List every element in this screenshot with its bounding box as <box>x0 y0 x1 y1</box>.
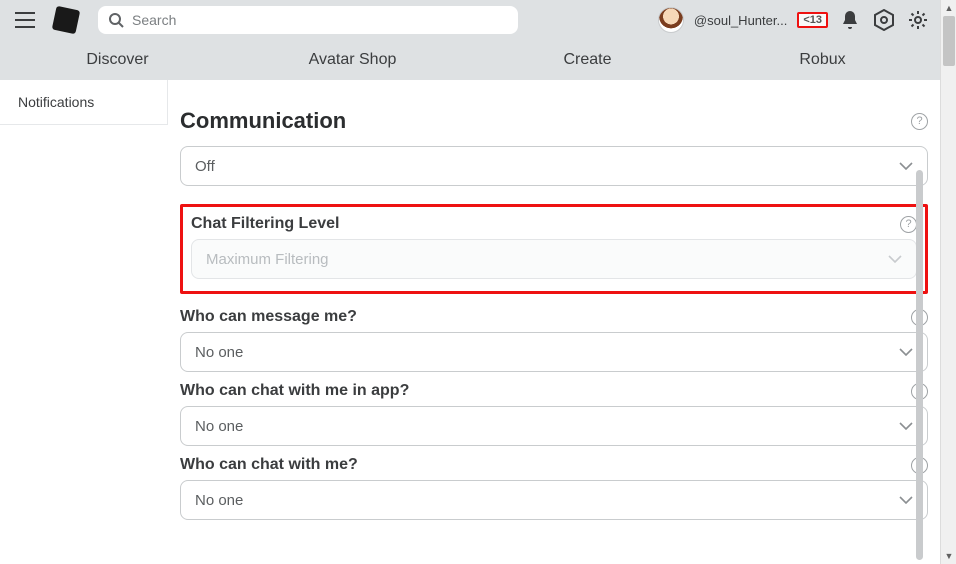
settings-main: Communication ? Off Chat Filtering Level… <box>168 80 940 540</box>
dropdown-chat-filtering[interactable]: Maximum Filtering <box>191 239 917 279</box>
roblox-logo[interactable] <box>52 6 80 34</box>
search-input[interactable] <box>132 12 508 28</box>
chevron-down-icon <box>899 496 913 504</box>
help-icon[interactable]: ? <box>900 216 917 233</box>
dropdown-who-chat[interactable]: No one <box>180 480 928 520</box>
scrollbar-thumb[interactable] <box>943 16 955 66</box>
chevron-down-icon <box>899 162 913 170</box>
sidebar-item-notifications[interactable]: Notifications <box>0 80 168 125</box>
search-box[interactable] <box>98 6 518 34</box>
primary-nav: Discover Avatar Shop Create Robux <box>0 40 940 80</box>
chevron-down-icon <box>899 348 913 356</box>
chevron-down-icon <box>899 422 913 430</box>
dropdown-value: No one <box>195 418 243 435</box>
age-badge: <13 <box>797 12 828 28</box>
content-scrollbar[interactable] <box>916 170 923 560</box>
menu-button[interactable] <box>10 5 40 35</box>
nav-avatar-shop[interactable]: Avatar Shop <box>235 51 470 69</box>
setting-label: Who can chat with me in app? <box>180 382 409 400</box>
robux-icon[interactable] <box>872 8 896 32</box>
help-icon[interactable]: ? <box>911 113 928 130</box>
username-label[interactable]: @soul_Hunter... <box>694 13 787 28</box>
top-right-cluster: @soul_Hunter... <13 <box>658 7 930 33</box>
scroll-down-arrow[interactable]: ▼ <box>941 548 956 564</box>
notifications-icon[interactable] <box>838 8 862 32</box>
dropdown-who-message[interactable]: No one <box>180 332 928 372</box>
dropdown-value: Off <box>195 158 215 175</box>
section-title: Communication <box>180 108 346 134</box>
dropdown-value: No one <box>195 344 243 361</box>
chevron-down-icon <box>888 255 902 263</box>
setting-label: Who can message me? <box>180 308 357 326</box>
dropdown-value: Maximum Filtering <box>206 251 329 268</box>
search-icon <box>108 12 124 28</box>
settings-gear-icon[interactable] <box>906 8 930 32</box>
setting-label: Chat Filtering Level <box>191 215 339 233</box>
avatar[interactable] <box>658 7 684 33</box>
dropdown-who-chat-app[interactable]: No one <box>180 406 928 446</box>
highlight-chat-filtering: Chat Filtering Level ? Maximum Filtering <box>180 204 928 294</box>
nav-create[interactable]: Create <box>470 51 705 69</box>
window-scrollbar[interactable]: ▲ ▼ <box>940 0 956 564</box>
setting-label: Who can chat with me? <box>180 456 358 474</box>
top-bar: @soul_Hunter... <13 <box>0 0 940 40</box>
settings-sidebar: Notifications <box>0 80 168 540</box>
dropdown-communication[interactable]: Off <box>180 146 928 186</box>
dropdown-value: No one <box>195 492 243 509</box>
sidebar-item-label: Notifications <box>18 94 94 110</box>
scroll-up-arrow[interactable]: ▲ <box>941 0 956 16</box>
nav-discover[interactable]: Discover <box>0 51 235 69</box>
nav-robux[interactable]: Robux <box>705 51 940 69</box>
